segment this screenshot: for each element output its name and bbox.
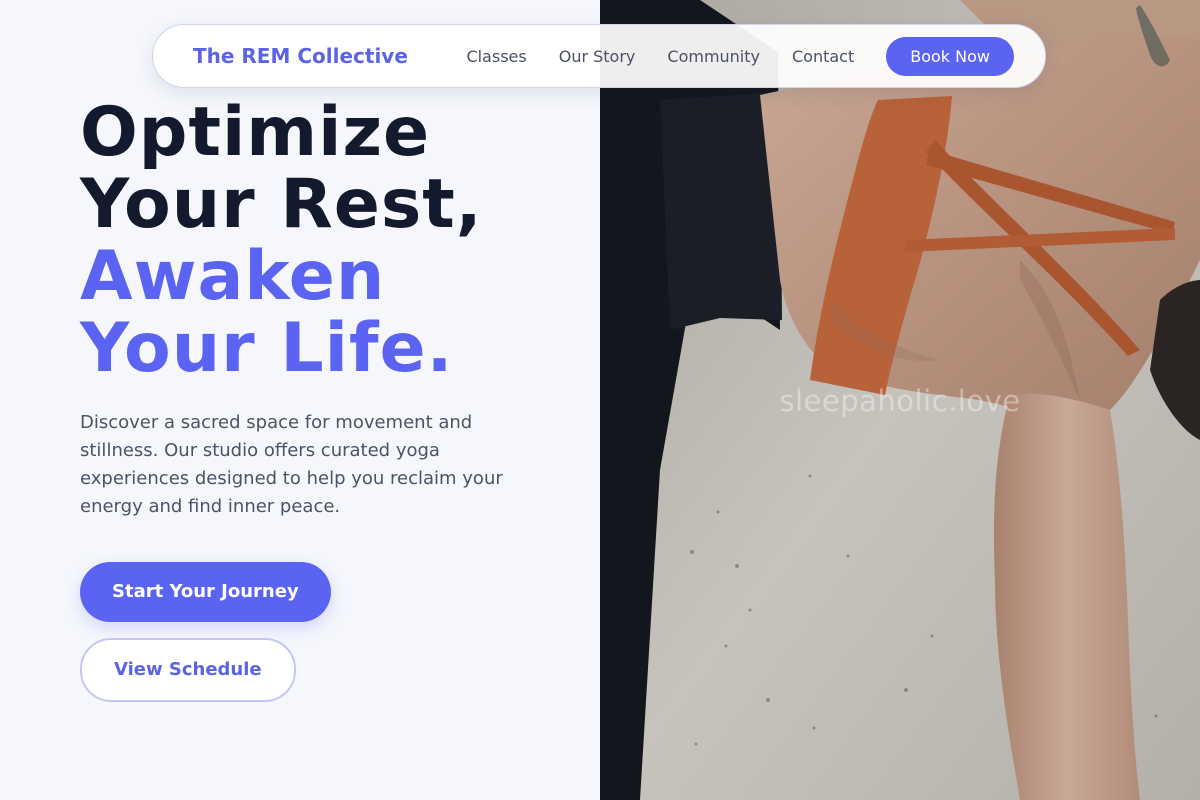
nav-link-our-story[interactable]: Our Story — [559, 47, 636, 66]
hero-title: Optimize Your Rest, Awaken Your Life. — [80, 97, 483, 385]
nav-link-classes[interactable]: Classes — [466, 47, 526, 66]
watermark-text: sleepaholic.love — [779, 384, 1021, 418]
hero-title-line-2: Your Rest, — [80, 165, 483, 244]
hero-photo: sleepaholic.love — [600, 0, 1200, 800]
top-nav: The REM Collective Classes Our Story Com… — [152, 24, 1046, 88]
hero-title-accent-line-2: Your Life. — [80, 309, 454, 388]
start-journey-button[interactable]: Start Your Journey — [80, 562, 331, 622]
landing-page: sleepaholic.love The REM Collective Clas… — [0, 0, 1200, 800]
nav-link-contact[interactable]: Contact — [792, 47, 854, 66]
hero-title-accent-line-1: Awaken — [80, 237, 386, 316]
brand-logo[interactable]: The REM Collective — [193, 44, 408, 68]
nav-links: Classes Our Story Community Contact Book… — [466, 36, 1014, 76]
hero-description: Discover a sacred space for movement and… — [80, 412, 503, 517]
hero-title-line-1: Optimize — [80, 93, 431, 172]
nav-link-community[interactable]: Community — [667, 47, 760, 66]
book-now-button[interactable]: Book Now — [886, 36, 1014, 76]
view-schedule-button[interactable]: View Schedule — [80, 638, 296, 702]
